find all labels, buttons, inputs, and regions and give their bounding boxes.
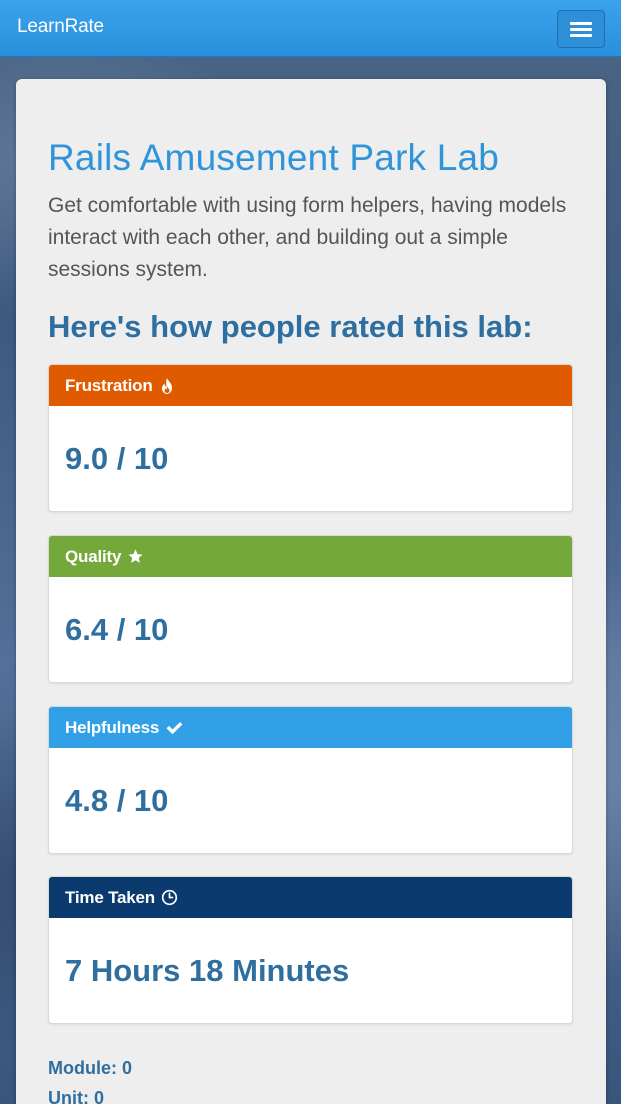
frustration-panel-heading: Frustration: [49, 365, 572, 406]
frustration-label: Frustration: [65, 375, 153, 395]
quality-panel: Quality 6.4 / 10: [48, 535, 573, 683]
module-label: Module: 0: [48, 1058, 132, 1078]
helpfulness-panel-body: 4.8 / 10: [49, 748, 572, 853]
frustration-panel: Frustration 9.0 / 10: [48, 364, 573, 512]
helpfulness-panel: Helpfulness 4.8 / 10: [48, 706, 573, 854]
fire-icon: [159, 377, 175, 395]
menu-toggle-button[interactable]: [557, 10, 605, 48]
frustration-panel-body: 9.0 / 10: [49, 406, 572, 511]
menu-icon: [570, 22, 592, 25]
lab-title: Rails Amusement Park Lab: [48, 137, 500, 178]
time-taken-panel: Time Taken 7 Hours 18 Minutes: [48, 876, 573, 1024]
lab-description: Get comfortable with using form helpers,…: [48, 194, 567, 281]
navbar: LearnRate: [0, 0, 621, 57]
quality-label: Quality: [65, 546, 122, 566]
helpfulness-panel-heading: Helpfulness: [49, 707, 572, 748]
time-taken-panel-body: 7 Hours 18 Minutes: [49, 918, 572, 1023]
quality-panel-body: 6.4 / 10: [49, 577, 572, 682]
quality-panel-heading: Quality: [49, 536, 572, 577]
helpfulness-value: 4.8 / 10: [65, 782, 169, 818]
check-icon: [165, 719, 184, 736]
ratings-heading: Here's how people rated this lab:: [48, 309, 533, 344]
clock-icon: [161, 889, 178, 906]
time-taken-label: Time Taken: [65, 887, 155, 907]
star-icon: [127, 548, 144, 565]
lab-card: Rails Amusement Park Lab Get comfortable…: [16, 79, 606, 1104]
quality-value: 6.4 / 10: [65, 611, 169, 647]
helpfulness-label: Helpfulness: [65, 717, 160, 737]
time-taken-value: 7 Hours 18 Minutes: [65, 952, 350, 988]
unit-label: Unit: 0: [48, 1088, 104, 1104]
frustration-value: 9.0 / 10: [65, 440, 169, 476]
brand-link[interactable]: LearnRate: [17, 16, 104, 38]
time-taken-panel-heading: Time Taken: [49, 877, 572, 918]
